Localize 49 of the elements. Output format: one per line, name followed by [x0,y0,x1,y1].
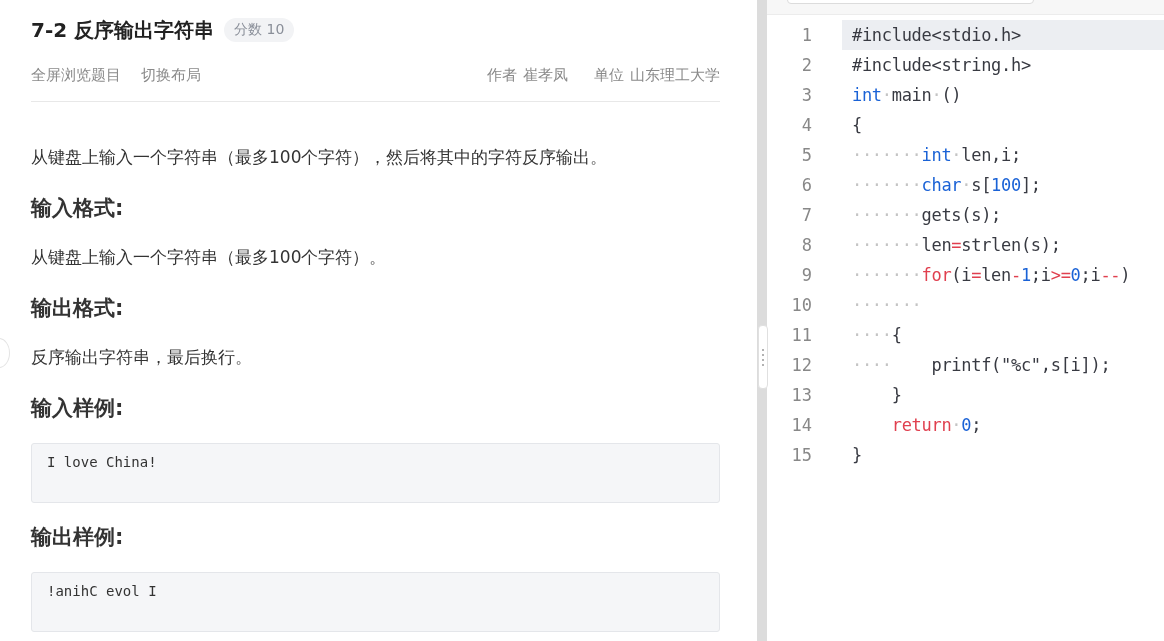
section-heading: 输入格式: [31,195,125,222]
code-line: #include<string.h> [851,54,1032,77]
code-line: } [851,444,863,467]
line-number: 10 [790,295,812,315]
section-heading: 输入样例: [31,395,125,422]
code-line: ·······len=strlen(s); [851,234,1062,257]
line-number: 5 [800,145,812,165]
code-line: ·······gets(s); [851,204,1003,227]
problem-title: 7-2 反序输出字符串 [31,16,215,44]
code-line: { [851,114,863,137]
code-line: ······· [851,294,923,317]
unit-label: 单位 [594,65,624,85]
line-number: 14 [790,415,812,435]
code-line: ·······int·len,i; [851,144,1022,167]
line-number: 7 [800,205,812,225]
score-badge: 分数 10 [224,18,295,42]
dots-icon [761,347,765,367]
line-number: 12 [790,355,812,375]
code-line: ·······char·s[100]; [851,174,1042,197]
section-heading: 输出样例: [31,524,125,551]
author-label: 作者 [487,65,517,85]
grip-handle[interactable] [758,325,768,389]
section-heading: 输出格式: [31,295,125,322]
sample-code-block: !anihC evol I [31,572,720,632]
line-number: 11 [790,325,812,345]
toolbar-link[interactable]: 全屏浏览题目 [31,65,121,85]
toolbar-link[interactable]: 切换布局 [141,65,201,85]
line-number: 1 [800,25,812,45]
line-number: 3 [800,85,812,105]
line-number: 4 [800,115,812,135]
unit-name: 山东理工大学 [630,65,720,85]
paragraph: 反序输出字符串，最后换行。 [31,346,253,369]
line-number: 15 [790,445,812,465]
paragraph: 从键盘上输入一个字符串（最多100个字符），然后将其中的字符反序输出。 [31,146,609,169]
author-name: 崔孝凤 [523,65,568,85]
code-line: return·0; [890,414,983,437]
line-number: 2 [800,55,812,75]
line-number: 8 [800,235,812,255]
line-number: 13 [790,385,812,405]
sample-code-block: I love China! [31,443,720,503]
code-line: } [890,384,903,407]
code-line: int·main·() [851,84,963,107]
line-number: 6 [800,175,812,195]
splitter-bar[interactable] [757,0,767,641]
code-line: ·······for(i=len-1;i>=0;i--) [851,264,1132,287]
paragraph: 从键盘上输入一个字符串（最多100个字符）。 [31,246,388,269]
code-line: ····{ [851,324,903,347]
code-line: ···· printf("%c",s[i]); [851,354,1112,377]
line-number: 9 [800,265,812,285]
